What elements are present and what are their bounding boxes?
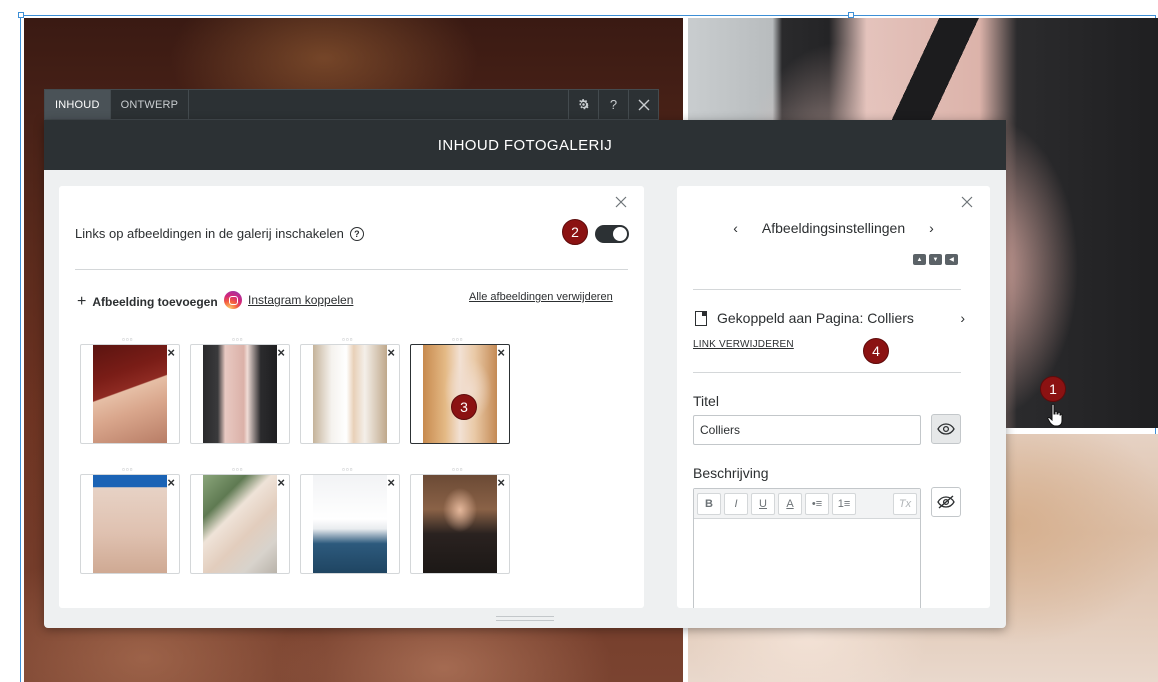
delete-thumbnail-icon[interactable]: × bbox=[387, 476, 395, 490]
instagram-connect-label: Instagram koppelen bbox=[248, 293, 354, 307]
drag-handle-icon[interactable]: ▫▫▫ bbox=[342, 465, 354, 474]
thumbnail-image bbox=[313, 345, 387, 443]
clear-format-button[interactable]: Tx bbox=[893, 492, 917, 515]
instagram-icon bbox=[224, 291, 242, 309]
dialog-title: INHOUD FOTOGALERIJ bbox=[437, 136, 613, 154]
step-badge-1: 1 bbox=[1040, 376, 1066, 402]
gallery-images-panel: Links op afbeeldingen in de galerij insc… bbox=[59, 186, 644, 608]
divider bbox=[75, 269, 628, 270]
position-arrows: ▲ ▼ ◀ bbox=[913, 254, 958, 265]
description-editor[interactable]: B I U A •≡ 1≡ Tx bbox=[693, 488, 921, 608]
drag-handle-icon[interactable]: ▫▫▫ bbox=[342, 335, 354, 344]
numbered-list-button[interactable]: 1≡ bbox=[832, 492, 856, 515]
close-icon bbox=[615, 196, 627, 208]
eye-off-icon bbox=[937, 495, 955, 509]
thumbnail-image bbox=[93, 345, 167, 443]
divider bbox=[693, 372, 961, 373]
chevron-right-icon: › bbox=[960, 310, 965, 326]
thumbnail-image bbox=[93, 475, 167, 573]
description-label: Beschrijving bbox=[693, 465, 769, 481]
delete-thumbnail-icon[interactable]: × bbox=[167, 476, 175, 490]
delete-thumbnail-icon[interactable]: × bbox=[277, 476, 285, 490]
close-editor-button[interactable] bbox=[628, 90, 658, 119]
thumbnail-image bbox=[423, 475, 497, 573]
chevron-left-icon[interactable]: ‹ bbox=[733, 220, 738, 236]
delete-thumbnail-icon[interactable]: × bbox=[497, 346, 505, 360]
step-badge-4: 4 bbox=[863, 338, 889, 364]
photo-gallery-content-dialog: INHOUD FOTOGALERIJ Links op afbeeldingen… bbox=[44, 120, 1006, 628]
instagram-connect-link[interactable]: Instagram koppelen bbox=[224, 291, 353, 309]
toggle-knob bbox=[613, 227, 627, 241]
drag-handle-icon[interactable]: ▫▫▫ bbox=[232, 465, 244, 474]
arrow-left-icon[interactable]: ◀ bbox=[945, 254, 958, 265]
drag-handle-icon[interactable]: ▫▫▫ bbox=[122, 465, 134, 474]
close-icon bbox=[638, 99, 649, 110]
plus-icon: + bbox=[77, 293, 87, 310]
enable-links-toggle[interactable] bbox=[595, 225, 629, 243]
close-icon bbox=[961, 196, 973, 208]
tab-ontwerp[interactable]: ONTWERP bbox=[111, 90, 190, 119]
close-settings-button[interactable] bbox=[961, 196, 975, 210]
dialog-resize-grip[interactable] bbox=[496, 616, 554, 621]
drag-handle-icon[interactable]: ▫▫▫ bbox=[452, 465, 464, 474]
gallery-thumbnail[interactable]: ▫▫▫ × bbox=[190, 465, 290, 574]
thumbnail-image bbox=[203, 475, 277, 573]
title-visibility-toggle[interactable] bbox=[931, 414, 961, 444]
linked-page-label: Gekoppeld aan Pagina: Colliers bbox=[717, 310, 914, 326]
question-icon[interactable]: ? bbox=[349, 226, 364, 241]
remove-link-button[interactable]: LINK VERWIJDEREN bbox=[693, 339, 794, 350]
delete-thumbnail-icon[interactable]: × bbox=[387, 346, 395, 360]
delete-thumbnail-icon[interactable]: × bbox=[277, 346, 285, 360]
gear-icon bbox=[579, 99, 590, 110]
dialog-header: INHOUD FOTOGALERIJ bbox=[44, 120, 1006, 170]
step-badge-3: 3 bbox=[451, 394, 477, 420]
chevron-right-icon[interactable]: › bbox=[929, 220, 934, 236]
tab-bar-spacer bbox=[189, 90, 568, 119]
thumbnail-image bbox=[313, 475, 387, 573]
thumbnail-image bbox=[203, 345, 277, 443]
divider bbox=[693, 289, 961, 290]
gallery-thumbnail[interactable]: ▫▫▫ × bbox=[80, 335, 180, 444]
editor-tab-bar: INHOUD ONTWERP ? bbox=[44, 89, 659, 120]
drag-handle-icon[interactable]: ▫▫▫ bbox=[122, 335, 134, 344]
tab-inhoud[interactable]: INHOUD bbox=[45, 90, 111, 119]
bullet-list-button[interactable]: •≡ bbox=[805, 492, 829, 515]
arrow-up-icon[interactable]: ▲ bbox=[913, 254, 926, 265]
linked-page-row[interactable]: Gekoppeld aan Pagina: Colliers › bbox=[695, 310, 965, 326]
gallery-thumbnail[interactable]: ▫▫▫ × bbox=[300, 335, 400, 444]
page-icon bbox=[695, 310, 707, 326]
gallery-thumbnail[interactable]: ▫▫▫ × bbox=[300, 465, 400, 574]
drag-handle-icon[interactable]: ▫▫▫ bbox=[452, 335, 464, 344]
underline-button[interactable]: U bbox=[751, 492, 775, 515]
close-panel-button[interactable] bbox=[615, 196, 629, 210]
italic-button[interactable]: I bbox=[724, 492, 748, 515]
delete-thumbnail-icon[interactable]: × bbox=[167, 346, 175, 360]
image-settings-nav: ‹ Afbeeldingsinstellingen › bbox=[677, 220, 990, 236]
enable-links-row: Links op afbeeldingen in de galerij insc… bbox=[75, 226, 364, 241]
bold-button[interactable]: B bbox=[697, 492, 721, 515]
help-button[interactable]: ? bbox=[598, 90, 628, 119]
gallery-thumbnail[interactable]: ▫▫▫ × bbox=[190, 335, 290, 444]
settings-button[interactable] bbox=[568, 90, 598, 119]
hand-pointer-icon bbox=[1047, 403, 1063, 427]
text-color-button[interactable]: A bbox=[778, 492, 802, 515]
gallery-thumbnail[interactable]: ▫▫▫ × bbox=[80, 465, 180, 574]
image-settings-panel: ‹ Afbeeldingsinstellingen › ▲ ▼ ◀ Gekopp… bbox=[677, 186, 990, 608]
eye-icon bbox=[937, 423, 955, 435]
gallery-thumbnail[interactable]: ▫▫▫ × bbox=[410, 465, 510, 574]
step-badge-2: 2 bbox=[562, 219, 588, 245]
add-image-label: Afbeelding toevoegen bbox=[92, 295, 218, 309]
add-image-button[interactable]: + Afbeelding toevoegen bbox=[77, 293, 218, 311]
remove-all-images-link[interactable]: Alle afbeeldingen verwijderen bbox=[469, 291, 613, 303]
description-visibility-toggle[interactable] bbox=[931, 487, 961, 517]
arrow-down-icon[interactable]: ▼ bbox=[929, 254, 942, 265]
title-input[interactable] bbox=[693, 415, 921, 445]
image-settings-title: Afbeeldingsinstellingen bbox=[761, 220, 906, 236]
enable-links-label: Links op afbeeldingen in de galerij insc… bbox=[75, 226, 344, 241]
title-label: Titel bbox=[693, 393, 719, 409]
editor-toolbar: B I U A •≡ 1≡ Tx bbox=[694, 489, 920, 519]
delete-thumbnail-icon[interactable]: × bbox=[497, 476, 505, 490]
drag-handle-icon[interactable]: ▫▫▫ bbox=[232, 335, 244, 344]
